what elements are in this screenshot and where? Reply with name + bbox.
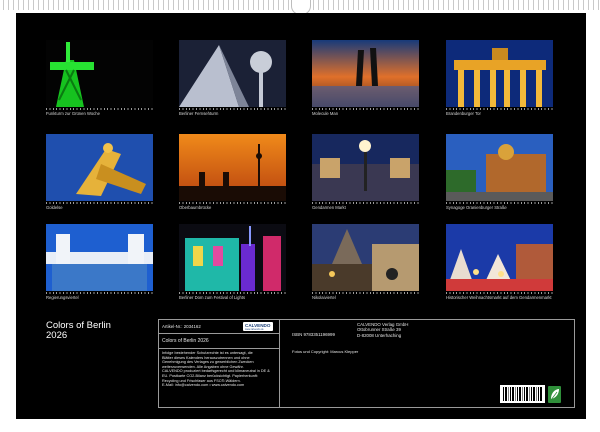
product-title: Colors of Berlin 2026 (162, 338, 209, 344)
calendar-title-year: 2026 (46, 330, 68, 341)
month-grid-12 (446, 292, 553, 294)
article-number: Artikel-Nr.: 2034162 (162, 324, 201, 329)
month-photo-8 (446, 134, 553, 201)
barcode-lines (503, 387, 542, 401)
month-caption-8: Synagoge Oranienburger Straße (446, 205, 507, 210)
month-caption-5: Goldelse (46, 205, 63, 210)
month-grid-7 (312, 202, 419, 204)
month-photo-4 (446, 40, 553, 107)
month-grid-2 (179, 108, 286, 110)
calendar-title: Colors of Berlin 2026 (46, 321, 111, 341)
month-photo-2 (179, 40, 286, 107)
eco-label-icon (548, 386, 561, 403)
month-grid-9 (46, 292, 153, 294)
calvendo-logo-url: www.calvendo.de (245, 327, 264, 331)
month-photo-6 (179, 134, 286, 201)
month-grid-5 (46, 202, 153, 204)
legal-text: Infolge bestehender Schutzrechte ist es … (162, 351, 270, 388)
month-photo-1 (46, 40, 153, 107)
calendar-back-cover: Funkturm zur Grünen Woche Berliner Ferns… (16, 13, 586, 419)
month-caption-6: Oberbaumbrücke (179, 205, 212, 210)
info-divider-v (279, 320, 280, 407)
publisher-address: CALVENDO Verlag GmbH Ottobrunner Straße … (357, 322, 408, 338)
month-grid-11 (312, 292, 419, 294)
publisher-street: Ottobrunner Straße 39 (357, 327, 401, 333)
month-caption-2: Berliner Fernsehturm (179, 111, 219, 116)
isbn: ISBN 9783351196999 (292, 332, 335, 337)
barcode (500, 385, 545, 403)
month-grid-10 (179, 292, 286, 294)
month-grid-3 (312, 108, 419, 110)
month-caption-12: Historischer Weihnachtsmarkt auf dem Gen… (446, 295, 552, 300)
month-grid-1 (46, 108, 153, 110)
photo-copyright: Fotos und Copyright: Marcus Klepper (292, 349, 359, 354)
month-grid-8 (446, 202, 553, 204)
info-divider-h1 (159, 333, 279, 334)
info-divider-h2 (159, 348, 279, 349)
month-caption-11: Nikolaiviertel (312, 295, 336, 300)
month-caption-9: Regierungsviertel (46, 295, 79, 300)
month-caption-7: Gendarmen Markt (312, 205, 346, 210)
month-caption-3: Molecule Man (312, 111, 339, 116)
publisher-city: D-82008 Unterhaching (357, 332, 402, 338)
month-caption-10: Berliner Dom zum Festival of Lights (179, 295, 246, 300)
month-photo-7 (312, 134, 419, 201)
calvendo-logo: CALVENDO www.calvendo.de (243, 322, 273, 331)
month-caption-1: Funkturm zur Grünen Woche (46, 111, 100, 116)
month-photo-11 (312, 224, 419, 291)
month-photo-5 (46, 134, 153, 201)
month-grid-4 (446, 108, 553, 110)
month-photo-9 (46, 224, 153, 291)
month-photo-10 (179, 224, 286, 291)
legal-line: EU. Postkarte CO2-Bilanz berücksichtigt.… (162, 373, 259, 378)
month-caption-4: Brandenburger Tor (446, 111, 481, 116)
legal-line: E-Mail: info@calvendo.com • www.calvendo… (162, 383, 245, 388)
month-photo-3 (312, 40, 419, 107)
month-grid-6 (179, 202, 286, 204)
month-photo-12 (446, 224, 553, 291)
product-info-panel: Artikel-Nr.: 2034162 CALVENDO www.calven… (158, 319, 575, 408)
